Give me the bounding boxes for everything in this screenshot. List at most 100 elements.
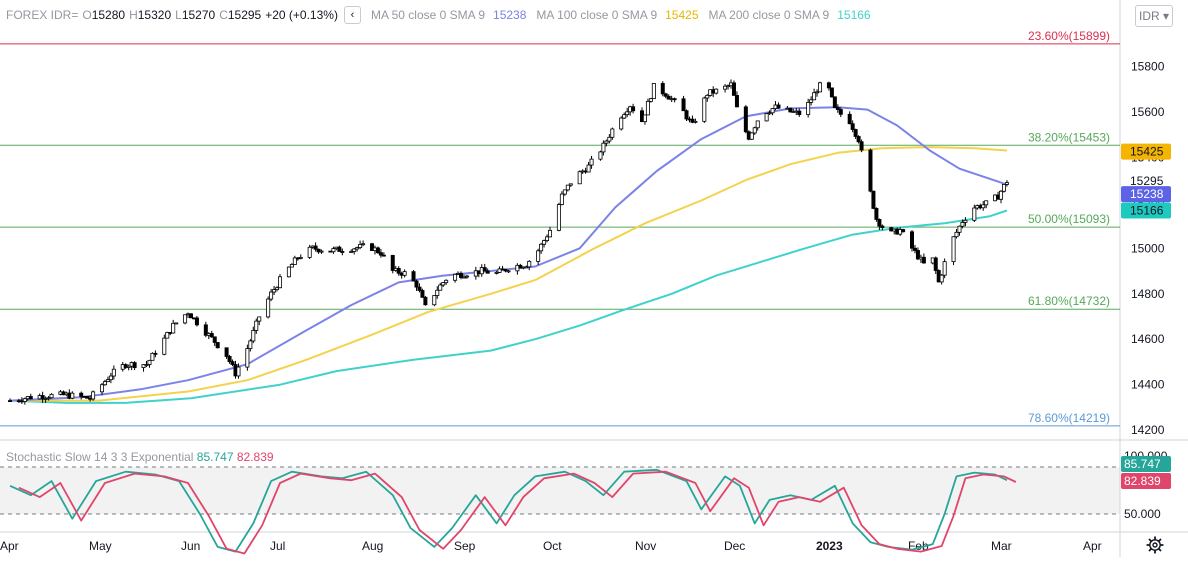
candle-body xyxy=(194,317,199,326)
candle-body xyxy=(266,298,271,318)
price-badge-label: 15166 xyxy=(1130,204,1164,218)
chart-area[interactable]: 1580015600154001520015000148001460014400… xyxy=(0,0,1188,557)
candle xyxy=(642,114,647,125)
y-tick-label: 15000 xyxy=(1131,241,1165,255)
candle-body xyxy=(417,286,422,291)
candle-body xyxy=(648,98,653,102)
candle xyxy=(1001,183,1006,193)
candle-body xyxy=(942,261,947,276)
candle-body xyxy=(622,114,627,119)
candle xyxy=(829,87,834,98)
candle-body xyxy=(797,110,802,115)
candle xyxy=(527,260,532,271)
candle-body xyxy=(660,83,665,95)
candle xyxy=(812,88,817,101)
y-tick-label: 14400 xyxy=(1131,378,1165,392)
candle-body xyxy=(734,95,739,108)
candle-body xyxy=(361,243,366,246)
candle-body xyxy=(999,190,1004,200)
candle-body xyxy=(438,284,443,291)
candle xyxy=(402,269,407,278)
open-value: 15280 xyxy=(91,8,126,22)
x-tick-label: Dec xyxy=(724,539,745,553)
candle-body xyxy=(954,231,959,238)
candle-body xyxy=(236,366,241,377)
candle-body xyxy=(933,257,938,271)
fib-level-label: 78.60%(14219) xyxy=(1028,411,1110,425)
y-tick-label: 14200 xyxy=(1131,423,1165,437)
candle-body xyxy=(230,361,235,365)
candle xyxy=(482,263,487,272)
candle-body xyxy=(752,127,757,134)
candle-body xyxy=(375,247,380,254)
candle-body xyxy=(414,280,419,288)
candle-body xyxy=(559,193,564,205)
candle-body xyxy=(49,393,54,399)
candle-body xyxy=(402,271,407,276)
low-label: L xyxy=(175,8,182,22)
change-value: +20 (+0.13%) xyxy=(265,8,338,22)
candle-body xyxy=(542,240,547,245)
price-badge: 15238 xyxy=(1121,186,1171,203)
candle-body xyxy=(435,289,440,296)
candle-body xyxy=(856,136,861,143)
candle-body xyxy=(251,330,256,342)
candle-body xyxy=(411,271,416,282)
candle-body xyxy=(1004,182,1009,185)
candle-body xyxy=(132,362,137,369)
candle-body xyxy=(702,97,707,122)
close-value: 15295 xyxy=(227,8,262,22)
candle-body xyxy=(577,171,582,185)
candle-body xyxy=(743,106,748,133)
candle-body xyxy=(248,340,253,350)
candle-body xyxy=(565,184,570,191)
gear-icon[interactable] xyxy=(1146,536,1164,554)
candle-body xyxy=(7,400,12,403)
candle-body xyxy=(714,88,719,94)
candle-body xyxy=(832,96,837,108)
candle-body xyxy=(212,336,217,343)
chart-svg[interactable]: 1580015600154001520015000148001460014400… xyxy=(0,0,1188,557)
candle-body xyxy=(147,359,152,365)
x-tick-label: Sep xyxy=(454,539,476,553)
candle-body xyxy=(536,250,541,262)
candle xyxy=(411,270,416,282)
candle-body xyxy=(162,337,167,355)
candle-body xyxy=(506,270,511,273)
y-tick-label: 14800 xyxy=(1131,287,1165,301)
chart-legend: FOREX IDR= O 15280 H 15320 L 15270 C 15295 +… xyxy=(6,6,871,24)
candle xyxy=(548,226,553,238)
candle xyxy=(871,190,876,210)
currency-selector-button[interactable]: IDR ▾ xyxy=(1135,5,1173,27)
candle xyxy=(859,139,864,153)
candle xyxy=(832,96,837,109)
candle-body xyxy=(972,207,977,221)
y-tick-label: 14600 xyxy=(1131,332,1165,346)
candle-body xyxy=(871,190,876,209)
candle-body xyxy=(645,100,650,116)
candle-body xyxy=(485,270,490,274)
candle xyxy=(764,113,769,122)
candle xyxy=(818,81,823,93)
candle xyxy=(749,132,754,140)
collapse-legend-button[interactable]: ‹ xyxy=(343,6,361,24)
candle-body xyxy=(482,267,487,272)
candle-body xyxy=(420,290,425,298)
candle-body xyxy=(838,109,843,115)
candle xyxy=(577,170,582,185)
ma200-label: MA 200 close 0 SMA 9 xyxy=(708,8,830,22)
candle-body xyxy=(826,82,831,89)
ma100-value: 15425 xyxy=(665,8,699,22)
candle xyxy=(714,88,719,95)
candle-body xyxy=(464,275,469,278)
y-tick-label: 15600 xyxy=(1131,105,1165,119)
candle xyxy=(453,273,458,283)
candle-body xyxy=(298,256,303,259)
candle-body xyxy=(850,123,855,130)
candle-body xyxy=(868,149,873,192)
candle-body xyxy=(548,229,553,238)
ma50-label: MA 50 close 0 SMA 9 xyxy=(370,8,486,22)
candle xyxy=(776,102,781,109)
candle-body xyxy=(984,200,989,206)
candle xyxy=(651,83,656,100)
